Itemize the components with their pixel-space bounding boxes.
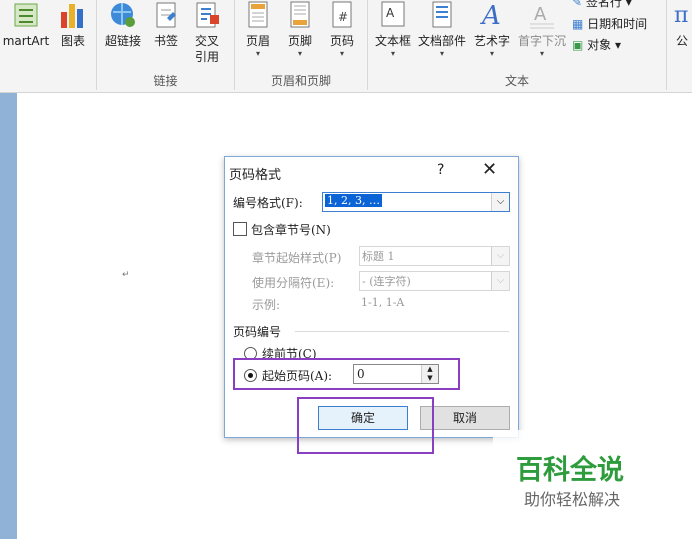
include-chapter-checkbox[interactable] [233,222,247,236]
footer-icon [290,1,310,28]
separator-select[interactable]: - (连字符) ⌵ [359,271,510,291]
equation-button[interactable]: π 公 [672,0,692,49]
include-chapter-label: 包含章节号(N) [251,223,331,237]
svg-text:A: A [386,6,395,20]
chevron-down-icon: ⌵ [491,247,509,265]
watermark-title: 百科全说 [516,455,624,486]
pi-icon: π [674,3,688,28]
separator-label: 使用分隔符(E): [252,276,335,290]
ribbon: martArt 图表 超链接 书签 交叉 引用 页眉 ▾ 页脚 ▾ # 页码 ▾… [0,0,692,93]
chevron-down-icon: ▾ [539,49,544,58]
quick-parts-button[interactable]: 文档部件 ▾ [416,0,468,59]
object-button[interactable]: ▣ 对象 ▾ [572,37,662,53]
date-time-button[interactable]: ▦ 日期和时间 [572,16,672,32]
header-icon [248,1,268,28]
hyperlink-button[interactable]: 超链接 [101,0,145,49]
drop-cap-button[interactable]: A 首字下沉 ▾ [515,0,569,59]
help-button[interactable]: ? [437,162,444,178]
number-format-value: 1, 2, 3, … [325,194,382,207]
quick-parts-icon [432,1,452,28]
dialog-title: 页码格式 [229,168,282,183]
bookmark-button[interactable]: 书签 [149,0,183,49]
cross-reference-button[interactable]: 交叉 引用 [189,0,225,65]
chapter-style-label: 章节起始样式(P) [252,251,342,265]
chevron-down-icon: ▾ [297,49,302,58]
chart-button[interactable]: 图表 [56,0,90,49]
chevron-down-icon: ▾ [339,49,344,58]
separator-value: - (连字符) [362,275,411,288]
chevron-down-icon: ▾ [390,49,395,58]
number-format-label: 编号格式(F): [233,196,303,210]
close-button[interactable]: ✕ [482,159,497,180]
globe-link-icon [111,3,135,27]
signature-line-button[interactable]: ✎ 签名行 ▾ [572,0,662,8]
chapter-style-select[interactable]: 标题 1 ⌵ [359,246,510,266]
object-icon: ▣ [572,38,584,52]
chevron-down-icon: ▾ [255,49,260,58]
chevron-down-icon: ▾ [439,49,444,58]
paragraph-mark: ↵ [122,270,130,280]
highlight-ok-button [297,397,434,454]
bookmark-icon [156,2,176,28]
cross-reference-icon [196,2,219,28]
wordart-button[interactable]: A 艺术字 ▾ [471,0,513,59]
text-box-icon: A [381,1,405,27]
left-ruler [0,93,17,539]
group-label-text: 文本 [504,74,529,88]
group-label-header-footer: 页眉和页脚 [270,74,331,88]
signature-line-icon: ✎ [572,0,583,9]
example-value: 1-1, 1-A [361,296,405,309]
svg-text:π: π [674,3,688,28]
svg-text:#: # [338,10,348,24]
svg-text:A: A [534,4,547,25]
header-button[interactable]: 页眉 ▾ [241,0,275,59]
chevron-down-icon: ⌵ [491,193,509,211]
watermark-subtitle: 助你轻松解决 [524,490,621,509]
chevron-down-icon: ⌵ [491,272,509,290]
text-box-button[interactable]: A 文本框 ▾ [372,0,414,59]
page-number-format-dialog: 页码格式 ? ✕ 编号格式(F): 1, 2, 3, … ⌵ 包含章节号(N) … [224,156,519,438]
example-label: 示例: [252,298,281,312]
wordart-icon: A [480,1,501,31]
page-numbering-label: 页码编号 [233,325,282,339]
group-label-links: 链接 [153,74,178,88]
highlight-start-at [233,358,460,390]
calendar-icon: ▦ [572,17,584,31]
page-number-button[interactable]: # 页码 ▾ [325,0,359,59]
footer-button[interactable]: 页脚 ▾ [283,0,317,59]
smartart-button[interactable]: martArt [0,0,52,49]
chart-icon [61,4,83,28]
section-divider [295,331,509,332]
chapter-style-value: 标题 1 [362,250,395,263]
smartart-icon [14,3,38,27]
svg-text:A: A [480,1,501,30]
page-number-icon: # [332,1,352,28]
drop-cap-icon: A [530,4,554,29]
number-format-select[interactable]: 1, 2, 3, … ⌵ [322,192,510,212]
chevron-down-icon: ▾ [489,49,494,58]
group-separator [666,0,667,90]
